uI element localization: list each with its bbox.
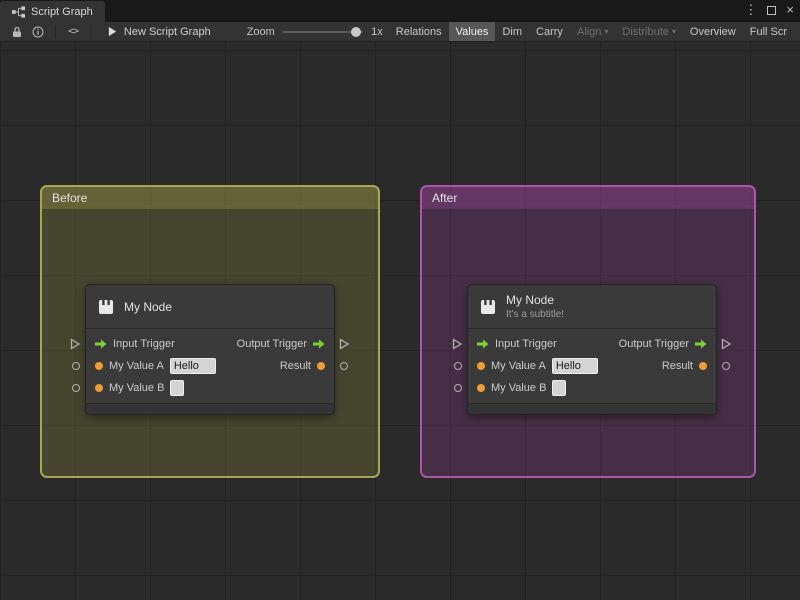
code-icon[interactable]: <>: [64, 23, 82, 41]
zoom-slider-handle[interactable]: [350, 26, 361, 37]
align-button[interactable]: Align ▾: [570, 22, 615, 41]
external-value-a-port[interactable]: [72, 362, 80, 370]
group-before-label: Before: [52, 191, 88, 205]
graph-asset-icon: [108, 26, 117, 37]
script-graph-tab-icon: [12, 5, 25, 18]
overview-button[interactable]: Overview: [683, 22, 743, 41]
input-trigger-label: Input Trigger: [495, 338, 557, 350]
input-trigger-label: Input Trigger: [113, 338, 175, 350]
external-trigger-out-port[interactable]: [721, 338, 732, 350]
node-footer: [86, 403, 334, 414]
info-icon[interactable]: [30, 23, 48, 41]
unit-icon: [481, 299, 495, 314]
external-value-b-port[interactable]: [72, 384, 80, 392]
value-b-port-icon[interactable]: [95, 384, 103, 392]
unit-icon: [99, 299, 113, 314]
graph-toolbar: <> New Script Graph Zoom 1x Relations Va…: [0, 22, 800, 42]
port-row-value-a: My Value A Result: [86, 355, 334, 377]
node-my-node-before[interactable]: My Node Input Trigger Output Trigger My …: [70, 284, 350, 415]
external-result-port[interactable]: [722, 362, 730, 370]
graph-name-label: New Script Graph: [123, 25, 211, 38]
zoom-value: 1x: [371, 25, 383, 38]
tab-script-graph[interactable]: Script Graph: [0, 1, 105, 22]
group-before-header[interactable]: Before: [42, 187, 378, 209]
output-trigger-label: Output Trigger: [236, 338, 307, 350]
external-result-port[interactable]: [340, 362, 348, 370]
toolbar-divider: [89, 24, 91, 39]
relations-button[interactable]: Relations: [389, 22, 449, 41]
node-subtitle: It's a subtitle!: [506, 309, 565, 320]
zoom-label: Zoom: [246, 25, 275, 38]
distribute-button[interactable]: Distribute ▾: [615, 22, 682, 41]
external-value-a-port[interactable]: [454, 362, 462, 370]
value-b-input[interactable]: [552, 380, 567, 396]
chevron-down-icon: ▾: [604, 27, 609, 36]
value-b-label: My Value B: [491, 382, 547, 394]
output-trigger-label: Output Trigger: [618, 338, 689, 350]
align-label: Align: [576, 25, 602, 38]
result-label: Result: [279, 360, 311, 372]
carry-button[interactable]: Carry: [529, 22, 570, 41]
trigger-out-icon[interactable]: [313, 339, 325, 349]
fullscreen-button[interactable]: Full Scr: [743, 22, 794, 41]
external-value-b-port[interactable]: [454, 384, 462, 392]
tab-bar: Script Graph ⋮ ×: [0, 0, 800, 22]
zoom-slider[interactable]: [282, 25, 364, 39]
result-label: Result: [661, 360, 693, 372]
trigger-in-icon[interactable]: [95, 339, 107, 349]
value-a-port-icon[interactable]: [477, 362, 485, 370]
value-a-input[interactable]: [169, 358, 216, 374]
graph-name-button[interactable]: New Script Graph: [107, 26, 211, 38]
node-body: Input Trigger Output Trigger My Value A …: [86, 329, 334, 403]
tab-label: Script Graph: [31, 5, 93, 18]
value-b-input[interactable]: [170, 380, 185, 396]
port-row-value-b: My Value B: [86, 377, 334, 399]
dim-button[interactable]: Dim: [495, 22, 529, 41]
script-graph-window: Script Graph ⋮ × <> New Script Graph Zoo…: [0, 0, 800, 600]
values-button[interactable]: Values: [448, 22, 496, 41]
group-after-label: After: [432, 191, 458, 205]
node-my-node-after[interactable]: My Node It's a subtitle! Input Trigger O…: [452, 284, 732, 415]
node-title: My Node: [506, 293, 555, 307]
value-b-label: My Value B: [109, 382, 165, 394]
value-a-input[interactable]: [551, 358, 598, 374]
value-b-port-icon[interactable]: [477, 384, 485, 392]
port-row-value-b: My Value B: [468, 377, 716, 399]
group-after-header[interactable]: After: [422, 187, 754, 209]
value-a-port-icon[interactable]: [95, 362, 103, 370]
toolbar-buttons: Relations Values Dim Carry Align ▾ Distr…: [389, 22, 794, 41]
lock-icon[interactable]: [8, 23, 26, 41]
node-body: Input Trigger Output Trigger My Value A …: [468, 329, 716, 403]
node-footer: [468, 403, 716, 414]
value-a-label: My Value A: [491, 360, 546, 372]
external-trigger-out-port[interactable]: [339, 338, 350, 350]
port-row-triggers: Input Trigger Output Trigger: [86, 333, 334, 355]
chevron-down-icon: ▾: [671, 27, 676, 36]
result-port-icon[interactable]: [317, 362, 325, 370]
node-header[interactable]: My Node It's a subtitle!: [468, 285, 716, 329]
node-title: My Node: [124, 299, 173, 314]
kebab-menu-icon[interactable]: ⋮: [744, 3, 757, 17]
maximize-icon[interactable]: [767, 5, 777, 15]
result-port-icon[interactable]: [699, 362, 707, 370]
node-header[interactable]: My Node: [86, 285, 334, 329]
trigger-in-icon[interactable]: [477, 339, 489, 349]
port-row-value-a: My Value A Result: [468, 355, 716, 377]
toolbar-divider: [55, 24, 57, 39]
external-trigger-in-port[interactable]: [70, 338, 81, 350]
distribute-label: Distribute: [622, 25, 669, 38]
value-a-label: My Value A: [109, 360, 164, 372]
graph-canvas[interactable]: Before After My Node Input Trigger Outpu…: [0, 42, 800, 600]
trigger-out-icon[interactable]: [695, 339, 707, 349]
external-trigger-in-port[interactable]: [452, 338, 463, 350]
port-row-triggers: Input Trigger Output Trigger: [468, 333, 716, 355]
window-controls: ⋮ ×: [744, 3, 794, 17]
close-icon[interactable]: ×: [786, 3, 794, 17]
